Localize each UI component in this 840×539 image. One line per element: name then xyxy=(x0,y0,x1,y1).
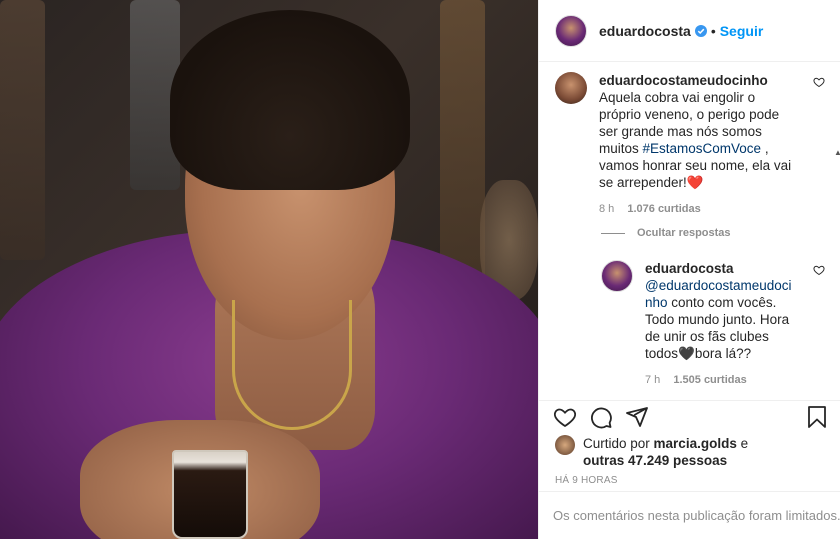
coffee-glass xyxy=(172,450,248,539)
likes-text: Curtido por marcia.golds e outras 47.249… xyxy=(583,435,748,469)
liker-avatar[interactable] xyxy=(555,435,575,455)
comment-item: eduardocostameudocinho Aquela cobra vai … xyxy=(555,72,825,218)
comment-like-heart-icon[interactable] xyxy=(813,76,825,88)
reply-item: eduardocosta @eduardocostameudoci nho co… xyxy=(601,260,825,389)
reply-mention-cont[interactable]: nho xyxy=(645,295,668,310)
commenter-avatar[interactable] xyxy=(555,72,587,104)
liker-username[interactable]: marcia.golds xyxy=(654,436,737,451)
hide-replies-line xyxy=(601,232,625,234)
reply-body: eduardocosta @eduardocostameudoci nho co… xyxy=(645,260,795,389)
reply-likes[interactable]: 1.505 curtidas xyxy=(673,374,746,386)
comment-bubble-icon[interactable] xyxy=(589,405,613,429)
comment-likes[interactable]: 1.076 curtidas xyxy=(627,203,700,215)
comments-limited-notice: Os comentários nesta publicação foram li… xyxy=(539,491,840,539)
reply-text-after: bora lá?? xyxy=(694,346,752,361)
hide-replies-button[interactable]: Ocultar respostas xyxy=(601,227,731,239)
post-side-panel: eduardocosta • Seguir eduardocostameudoc… xyxy=(538,0,840,539)
reply-username[interactable]: eduardocosta xyxy=(645,260,795,277)
liked-by-middle: e xyxy=(736,436,749,451)
background-guitar xyxy=(0,0,45,260)
separator-dot: • xyxy=(710,22,716,39)
reply-avatar[interactable] xyxy=(601,260,633,292)
scroll-up-arrow-icon[interactable]: ▲ xyxy=(834,148,840,157)
comment-meta: 8 h 1.076 curtidas xyxy=(599,201,795,218)
follow-button[interactable]: Seguir xyxy=(720,23,764,39)
paper-plane-icon[interactable] xyxy=(625,405,649,429)
comments-list[interactable]: eduardocostameudocinho Aquela cobra vai … xyxy=(539,62,840,400)
action-bar xyxy=(539,400,840,436)
hair xyxy=(170,10,410,190)
reply-mention[interactable]: @eduardocostameudoci xyxy=(645,278,792,293)
comment-time[interactable]: 8 h xyxy=(599,203,614,215)
author-username[interactable]: eduardocosta xyxy=(599,23,691,39)
reply-time[interactable]: 7 h xyxy=(645,374,660,386)
bookmark-icon[interactable] xyxy=(805,405,829,429)
reply-meta: 7 h 1.505 curtidas xyxy=(645,372,795,389)
comment-body: eduardocostameudocinho Aquela cobra vai … xyxy=(599,72,795,218)
scrollbar[interactable]: ▲ ▼ xyxy=(834,148,840,400)
post-timestamp[interactable]: HÁ 9 HORAS xyxy=(555,475,618,486)
likes-others-count[interactable]: outras 47.249 pessoas xyxy=(583,453,727,468)
heart-emoji: ❤️ xyxy=(686,175,704,190)
post-photo[interactable] xyxy=(0,0,538,539)
author-avatar[interactable] xyxy=(555,14,587,47)
black-heart-emoji: 🖤 xyxy=(678,346,695,361)
post-header: eduardocosta • Seguir xyxy=(539,0,840,62)
hide-replies-label: Ocultar respostas xyxy=(637,227,731,239)
comment-username[interactable]: eduardocostameudocinho xyxy=(599,72,795,89)
likes-summary: Curtido por marcia.golds e outras 47.249… xyxy=(555,435,748,469)
gold-chain xyxy=(232,300,352,430)
liked-by-prefix: Curtido por xyxy=(583,436,654,451)
verified-badge-icon xyxy=(694,24,707,37)
heart-icon[interactable] xyxy=(553,405,577,429)
comment-hashtag[interactable]: #EstamosComVoce xyxy=(643,141,762,156)
reply-like-heart-icon[interactable] xyxy=(813,264,825,276)
